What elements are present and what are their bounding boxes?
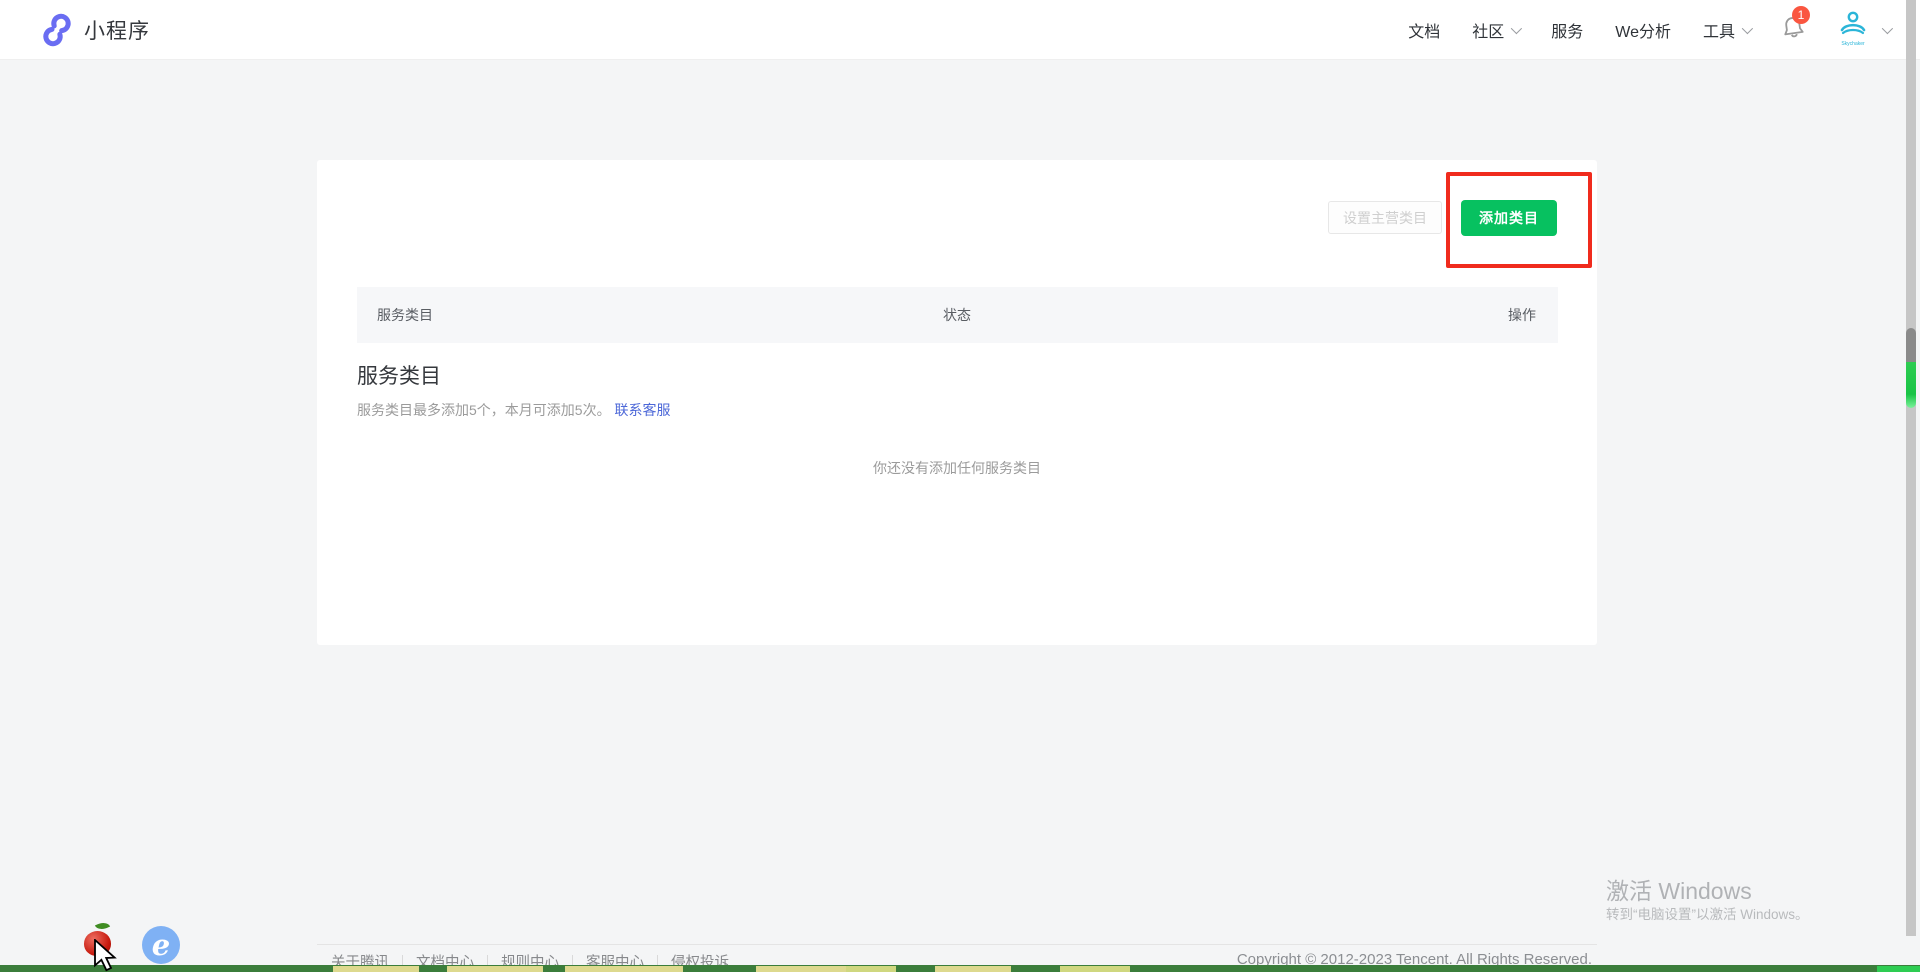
account-avatar[interactable]: Skychaker [1834, 9, 1872, 51]
page-title: 服务类目 [357, 360, 441, 390]
set-primary-category-button[interactable]: 设置主营类目 [1328, 201, 1442, 234]
empty-state-text: 你还没有添加任何服务类目 [317, 458, 1597, 478]
nav-item-community[interactable]: 社区 [1472, 18, 1519, 42]
chevron-down-icon [1511, 23, 1522, 34]
account-chevron-down-icon[interactable] [1882, 23, 1893, 34]
windows-activation-watermark-title: 激活 Windows [1606, 872, 1752, 906]
footer-divider [317, 944, 1597, 945]
table-header-row: 服务类目 状态 操作 [357, 287, 1558, 343]
chevron-down-icon [1742, 23, 1753, 34]
scrollbar-thumb[interactable] [1906, 328, 1916, 408]
notification-badge: 1 [1792, 6, 1810, 24]
page-subtitle: 服务类目最多添加5个，本月可添加5次。 联系客服 [357, 400, 670, 420]
apple-icon[interactable] [84, 931, 111, 956]
column-header-category: 服务类目 [357, 305, 943, 325]
service-category-card: 服务类目 服务类目最多添加5个，本月可添加5次。 联系客服 设置主营类目 添加类… [317, 160, 1597, 645]
vertical-scrollbar[interactable] [1906, 0, 1916, 936]
mini-program-logo-icon [40, 13, 74, 47]
weapp-console-screen: 小程序 文档 社区 服务 We分析 工具 1 Skycha [0, 0, 1920, 972]
windows-activation-watermark-subtitle: 转到“电脑设置”以激活 Windows。 [1606, 903, 1809, 923]
internet-explorer-icon[interactable]: e [142, 926, 180, 964]
top-navbar: 小程序 文档 社区 服务 We分析 工具 1 Skycha [0, 0, 1920, 60]
nav-item-service[interactable]: 服务 [1551, 18, 1583, 42]
brand-home-link[interactable]: 小程序 [40, 13, 150, 47]
column-header-action: 操作 [1393, 305, 1558, 325]
background-window-strip [0, 965, 1920, 972]
notifications-button[interactable]: 1 [1780, 14, 1806, 47]
avatar-label: Skychaker [1834, 42, 1872, 47]
nav-item-tools[interactable]: 工具 [1703, 18, 1750, 42]
nav-item-we-analysis[interactable]: We分析 [1615, 18, 1671, 42]
add-category-button[interactable]: 添加类目 [1461, 200, 1557, 236]
contact-support-link[interactable]: 联系客服 [614, 402, 670, 418]
brand-title: 小程序 [84, 15, 150, 45]
nav-item-docs[interactable]: 文档 [1408, 18, 1440, 42]
column-header-status: 状态 [943, 305, 1393, 325]
header-nav: 文档 社区 服务 We分析 工具 1 Skychaker [1392, 0, 1890, 60]
avatar-figure-icon [1838, 9, 1868, 39]
